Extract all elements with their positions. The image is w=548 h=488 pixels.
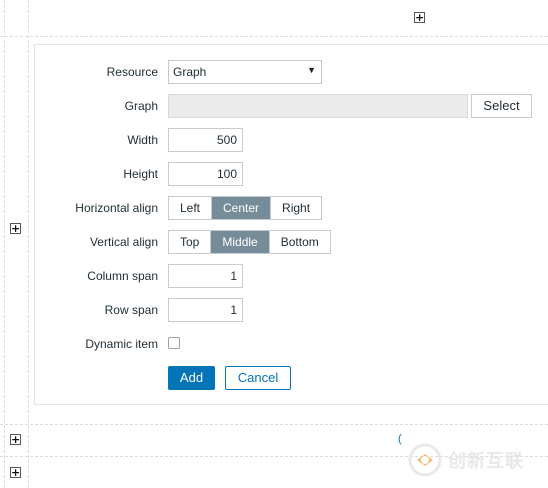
- form-actions: Add Cancel: [0, 366, 548, 390]
- row-span-label: Row span: [104, 303, 158, 317]
- column-span-row: Column span 1: [0, 264, 548, 288]
- watermark-text: 创新互联: [448, 451, 524, 472]
- dynamic-item-row: Dynamic item: [0, 332, 548, 356]
- add-row-plus-button[interactable]: +: [414, 12, 425, 23]
- valign-top-option[interactable]: Top: [169, 231, 211, 253]
- row-span-row: Row span 1: [0, 298, 548, 322]
- dynamic-item-checkbox[interactable]: [168, 337, 180, 349]
- column-span-label: Column span: [87, 269, 158, 283]
- dashboard-edit-page: + + + + Resource Graph ▼ Graph Select Wi…: [0, 0, 548, 488]
- grid-line: [0, 424, 548, 425]
- graph-field: [168, 94, 468, 118]
- cancel-button[interactable]: Cancel: [225, 366, 291, 390]
- vertical-align-label: Vertical align: [89, 235, 158, 249]
- vertical-align-segmented: Top Middle Bottom: [168, 230, 331, 254]
- horizontal-align-segmented: Left Center Right: [168, 196, 323, 220]
- valign-bottom-option[interactable]: Bottom: [268, 231, 330, 253]
- halign-left-option[interactable]: Left: [169, 197, 212, 219]
- partial-link-text: (: [398, 433, 402, 445]
- grid-line: [0, 36, 548, 37]
- width-label: Width: [127, 133, 158, 147]
- height-label: Height: [123, 167, 158, 181]
- watermark-logo-icon: [408, 443, 442, 477]
- resource-select[interactable]: Graph ▼: [168, 60, 322, 84]
- height-row: Height 100: [0, 162, 548, 186]
- halign-center-option[interactable]: Center: [211, 197, 271, 219]
- column-span-input[interactable]: 1: [168, 264, 243, 288]
- select-graph-button[interactable]: Select: [471, 94, 532, 118]
- width-input[interactable]: 500: [168, 128, 243, 152]
- row-span-input[interactable]: 1: [168, 298, 243, 322]
- resource-label: Resource: [106, 65, 158, 79]
- horizontal-align-row: Horizontal align Left Center Right: [0, 196, 548, 220]
- vertical-align-row: Vertical align Top Middle Bottom: [0, 230, 548, 254]
- add-row-plus-button[interactable]: +: [10, 467, 21, 478]
- width-row: Width 500: [0, 128, 548, 152]
- brand-watermark: 创新互联: [408, 442, 548, 478]
- add-button[interactable]: Add: [168, 366, 215, 390]
- valign-middle-option[interactable]: Middle: [210, 231, 269, 253]
- resource-row: Resource Graph ▼: [0, 60, 548, 84]
- horizontal-align-label: Horizontal align: [75, 201, 158, 215]
- resource-select-value: Graph: [173, 65, 207, 79]
- graph-row: Graph Select: [0, 94, 548, 118]
- height-input[interactable]: 100: [168, 162, 243, 186]
- add-row-plus-button[interactable]: +: [10, 434, 21, 445]
- chevron-down-icon: ▼: [307, 65, 316, 75]
- graph-label: Graph: [124, 99, 158, 113]
- halign-right-option[interactable]: Right: [270, 197, 322, 219]
- dynamic-item-label: Dynamic item: [85, 337, 158, 351]
